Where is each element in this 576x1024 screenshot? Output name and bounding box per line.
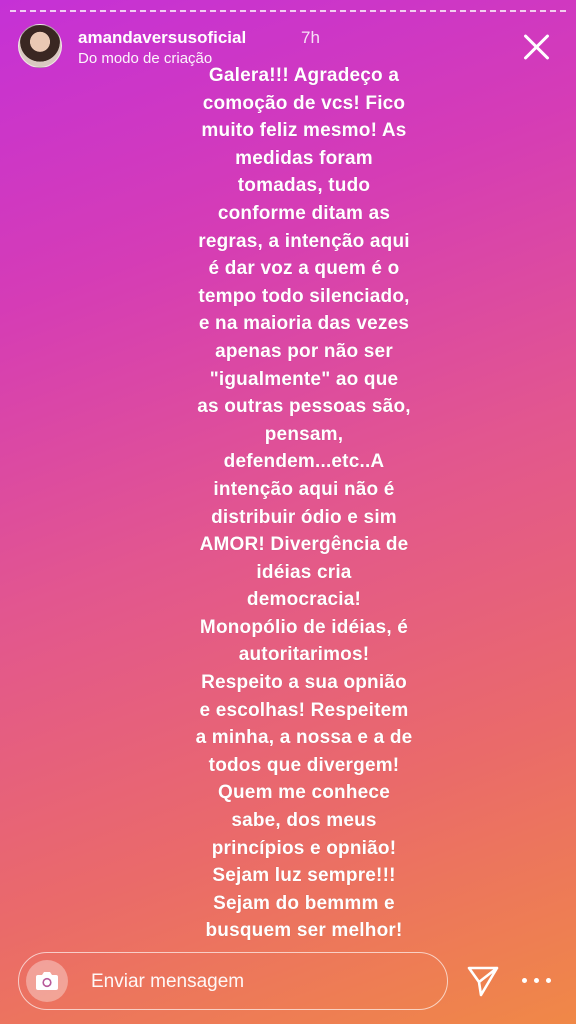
more-icon bbox=[522, 978, 527, 983]
avatar[interactable] bbox=[18, 24, 62, 68]
reply-bar bbox=[18, 952, 448, 1010]
camera-icon bbox=[36, 972, 58, 990]
more-icon bbox=[546, 978, 551, 983]
close-icon[interactable] bbox=[522, 32, 552, 62]
username[interactable]: amandaversusoficial bbox=[78, 28, 246, 48]
post-time: 7h bbox=[301, 28, 320, 47]
story-text: Galera!!! Agradeço a comoção de vcs! Fic… bbox=[195, 65, 413, 942]
more-icon bbox=[534, 978, 539, 983]
story-progress-bar bbox=[10, 10, 566, 12]
send-button[interactable] bbox=[466, 964, 500, 998]
camera-button[interactable] bbox=[26, 960, 68, 1002]
send-icon bbox=[467, 966, 499, 997]
message-input[interactable] bbox=[89, 967, 433, 997]
more-button[interactable] bbox=[520, 976, 556, 986]
